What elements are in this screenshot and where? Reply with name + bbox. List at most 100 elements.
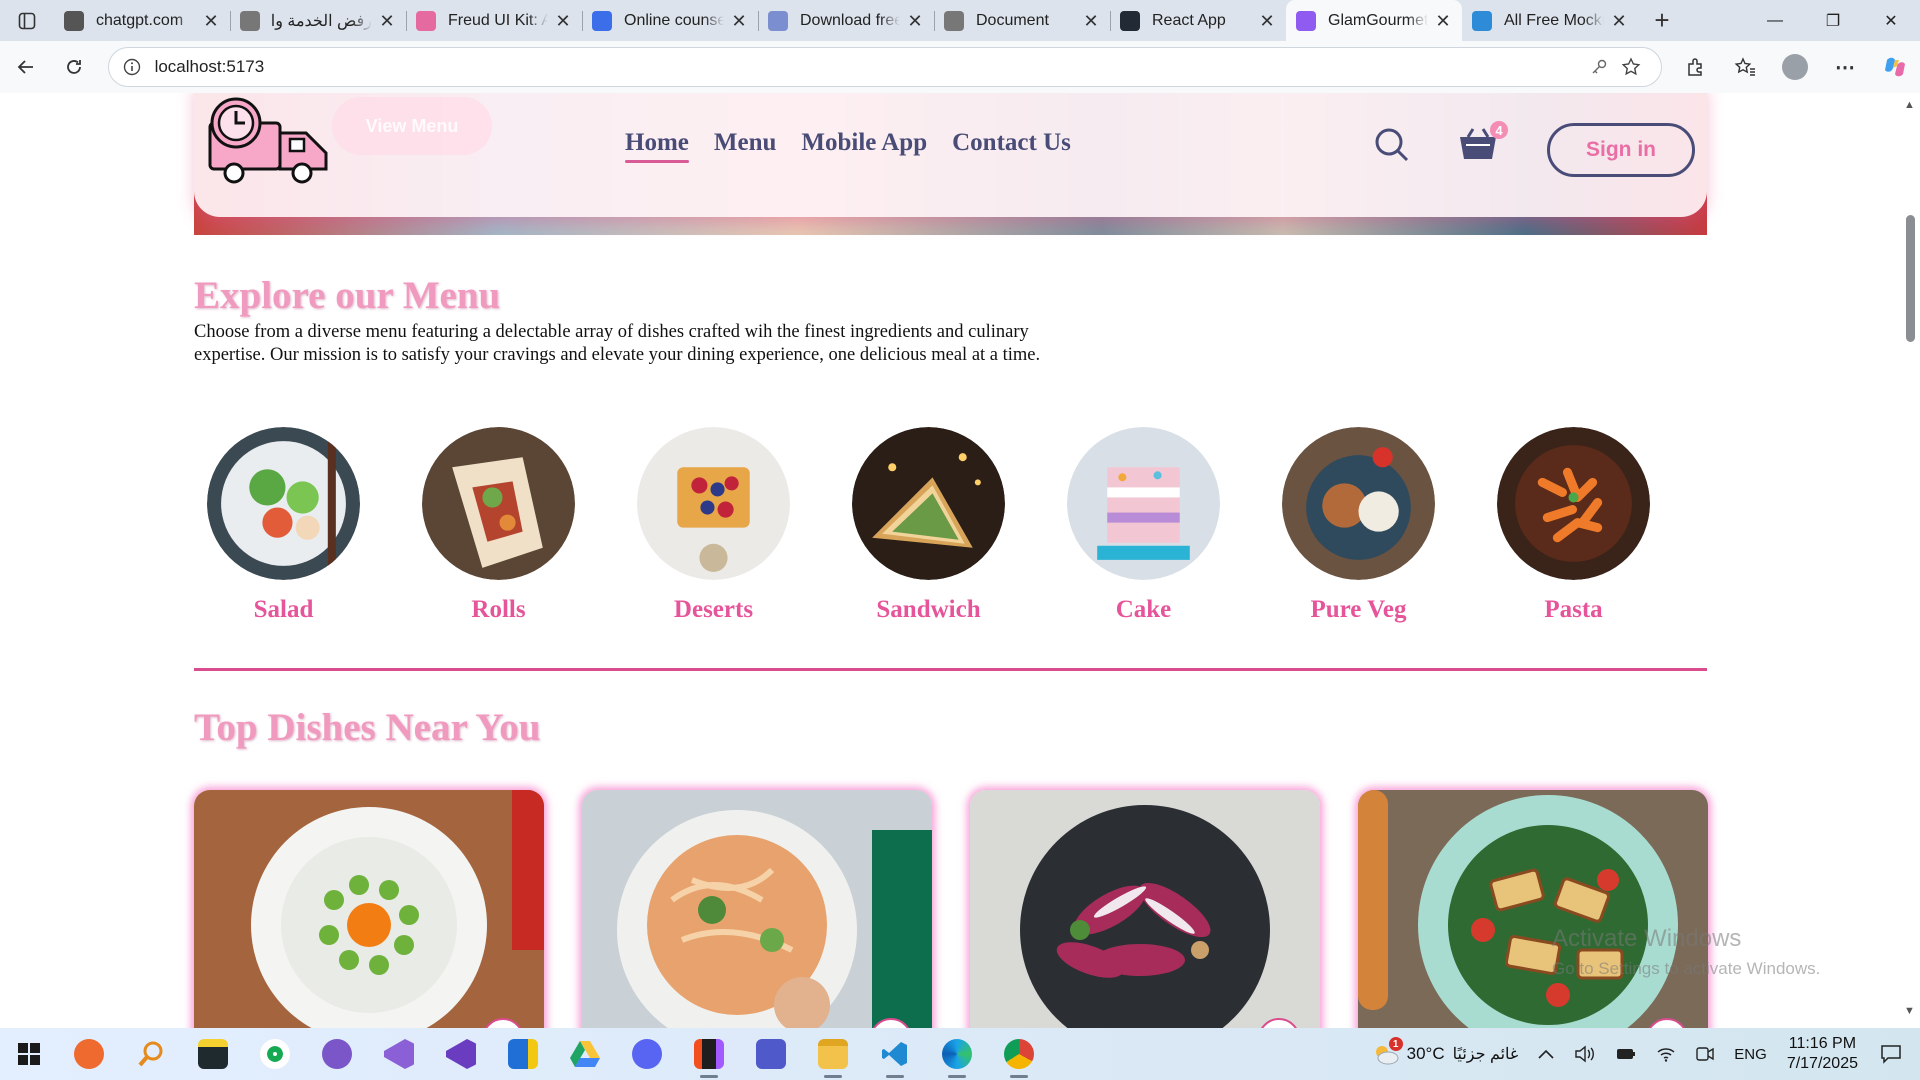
battery-icon[interactable] [1606, 1048, 1646, 1060]
tab-close-icon[interactable]: ✕ [1610, 12, 1628, 30]
input-language[interactable]: ENG [1724, 1046, 1777, 1063]
menu-category-label[interactable]: Salad [254, 596, 314, 624]
browser-tab[interactable]: رفض الخدمة وال ✕ [230, 0, 406, 41]
menu-category-label[interactable]: Pasta [1544, 596, 1602, 624]
tab-actions-button[interactable] [0, 0, 54, 41]
tab-close-icon[interactable]: ✕ [1434, 12, 1452, 30]
taskbar-app-discord-icon[interactable] [616, 1028, 678, 1080]
favorites-icon[interactable] [1720, 57, 1770, 77]
menu-category-pure-veg[interactable]: Pure Veg [1282, 427, 1435, 624]
address-bar[interactable]: localhost:5173 [107, 47, 1662, 87]
browser-tab[interactable]: GlamGourmet ✕ [1286, 0, 1462, 41]
dish-card[interactable]: + [582, 790, 932, 1028]
dish-card[interactable]: + [194, 790, 544, 1028]
favorite-star-icon[interactable] [1615, 57, 1647, 77]
taskbar-app-mongodb-icon[interactable] [244, 1028, 306, 1080]
menu-category-deserts[interactable]: Deserts [637, 427, 790, 624]
cake-image[interactable] [1067, 427, 1220, 580]
nav-link-contact-us[interactable]: Contact Us [952, 129, 1071, 163]
menu-category-pasta[interactable]: Pasta [1497, 427, 1650, 624]
taskbar-app-teams-icon[interactable] [740, 1028, 802, 1080]
url-text[interactable]: localhost:5173 [155, 57, 1583, 77]
menu-category-cake[interactable]: Cake [1067, 427, 1220, 624]
menu-category-label[interactable]: Pure Veg [1310, 596, 1406, 624]
browser-tab[interactable]: Download free ✕ [758, 0, 934, 41]
close-window-button[interactable]: ✕ [1862, 0, 1920, 41]
tab-close-icon[interactable]: ✕ [378, 12, 396, 30]
taskbar-file-explorer-icon[interactable] [802, 1028, 864, 1080]
menu-category-salad[interactable]: Salad [207, 427, 360, 624]
site-info-icon[interactable] [123, 58, 141, 76]
profile-avatar[interactable] [1770, 54, 1820, 80]
dish-card[interactable]: + [1358, 790, 1708, 1028]
wifi-icon[interactable] [1646, 1046, 1686, 1062]
taskbar-app-postman-icon[interactable] [58, 1028, 120, 1080]
search-icon[interactable] [1374, 127, 1410, 163]
extensions-icon[interactable] [1670, 57, 1720, 77]
menu-category-rolls[interactable]: Rolls [422, 427, 575, 624]
salad-image[interactable] [207, 427, 360, 580]
sign-in-button[interactable]: Sign in [1547, 123, 1695, 177]
taskbar-app-visual-studio-icon[interactable] [368, 1028, 430, 1080]
rolls-image[interactable] [422, 427, 575, 580]
tab-close-icon[interactable]: ✕ [1082, 12, 1100, 30]
taskbar-app-edge-icon[interactable] [926, 1028, 988, 1080]
back-button[interactable] [4, 47, 48, 87]
view-menu-button[interactable]: View Menu [332, 97, 492, 155]
scrollbar-thumb[interactable] [1906, 215, 1915, 342]
deserts-image[interactable] [637, 427, 790, 580]
browser-tab[interactable]: All Free Mocku ✕ [1462, 0, 1638, 41]
menu-category-label[interactable]: Rolls [471, 596, 525, 624]
browser-tab[interactable]: Online counsell ✕ [582, 0, 758, 41]
pasta-image[interactable] [1497, 427, 1650, 580]
browser-tab[interactable]: React App ✕ [1110, 0, 1286, 41]
browser-tab[interactable]: chatgpt.com ✕ [54, 0, 230, 41]
menu-category-label[interactable]: Sandwich [876, 596, 980, 624]
scroll-up-arrow-icon[interactable]: ▲ [1904, 99, 1915, 111]
show-hidden-icons-chevron-icon[interactable] [1528, 1049, 1564, 1059]
tab-close-icon[interactable]: ✕ [906, 12, 924, 30]
delivery-truck-logo-icon[interactable] [206, 93, 330, 187]
tab-close-icon[interactable]: ✕ [730, 12, 748, 30]
taskbar-app-vscode-icon[interactable] [864, 1028, 926, 1080]
notifications-icon[interactable] [1868, 1044, 1920, 1064]
password-key-icon[interactable] [1583, 58, 1615, 76]
menu-category-sandwich[interactable]: Sandwich [852, 427, 1005, 624]
start-button[interactable] [0, 1028, 58, 1080]
restore-button[interactable]: ❐ [1804, 0, 1862, 41]
taskbar-app-chrome-icon[interactable] [988, 1028, 1050, 1080]
more-options-icon[interactable]: ⋯ [1820, 55, 1870, 80]
dish-card[interactable]: + [970, 790, 1320, 1028]
weather-temperature: 30°C [1406, 1044, 1445, 1063]
pure-veg-image[interactable] [1282, 427, 1435, 580]
scroll-down-arrow-icon[interactable]: ▼ [1904, 1005, 1915, 1017]
nav-link-home[interactable]: Home [625, 129, 689, 163]
volume-icon[interactable] [1564, 1045, 1606, 1063]
tab-close-icon[interactable]: ✕ [202, 12, 220, 30]
clock[interactable]: 11:16 PM 7/17/2025 [1777, 1034, 1868, 1074]
taskbar-app-google-drive-icon[interactable] [554, 1028, 616, 1080]
browser-tab[interactable]: Freud UI Kit: AI ✕ [406, 0, 582, 41]
site-navbar: View Menu Home Menu Mobile App Contact Us 4… [194, 93, 1707, 217]
reload-button[interactable] [52, 47, 96, 87]
menu-category-label[interactable]: Cake [1116, 596, 1172, 624]
browser-tab[interactable]: Document ✕ [934, 0, 1110, 41]
weather-widget[interactable]: 1 30°C غائم جزئيًا [1363, 1037, 1529, 1065]
nav-link-mobile-app[interactable]: Mobile App [801, 129, 927, 163]
sandwich-image[interactable] [852, 427, 1005, 580]
taskbar-search-icon[interactable] [120, 1028, 182, 1080]
new-tab-button[interactable]: + [1642, 1, 1682, 41]
nav-link-menu[interactable]: Menu [714, 129, 777, 163]
taskbar-app-power-bi-icon[interactable] [492, 1028, 554, 1080]
taskbar-app-visual-studio-2-icon[interactable] [430, 1028, 492, 1080]
copilot-icon[interactable] [1870, 54, 1920, 80]
meet-now-icon[interactable] [1686, 1046, 1724, 1062]
taskbar-app-iptv-icon[interactable] [306, 1028, 368, 1080]
minimize-button[interactable]: — [1746, 0, 1804, 41]
taskbar-app-sticky-notes-icon[interactable] [182, 1028, 244, 1080]
taskbar-app-figma-icon[interactable] [678, 1028, 740, 1080]
tab-close-icon[interactable]: ✕ [554, 12, 572, 30]
tab-close-icon[interactable]: ✕ [1258, 12, 1276, 30]
page-scrollbar[interactable]: ▲ ▼ [1900, 93, 1920, 1028]
menu-category-label[interactable]: Deserts [674, 596, 753, 624]
